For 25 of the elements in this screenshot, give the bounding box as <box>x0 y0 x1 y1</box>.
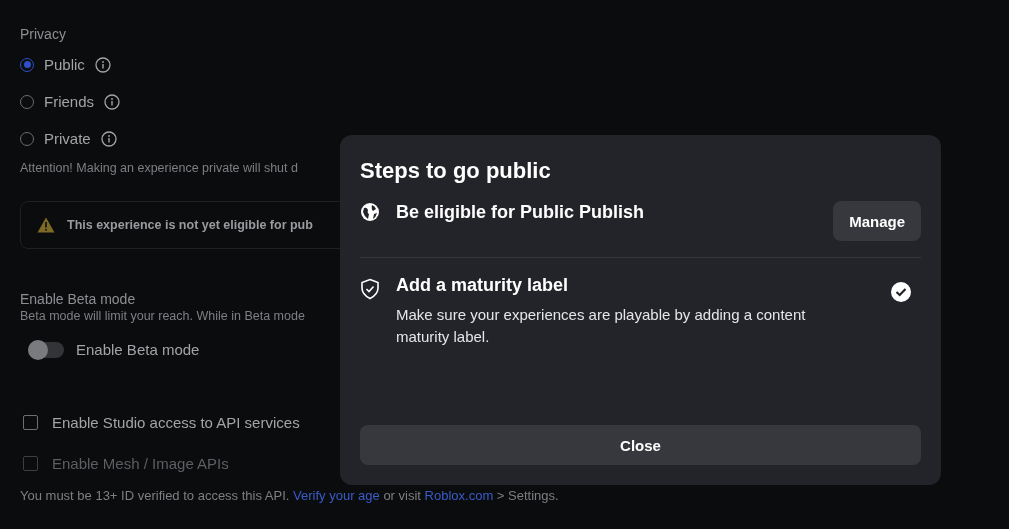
warning-text: This experience is not yet eligible for pub <box>67 218 313 232</box>
info-icon[interactable] <box>100 130 117 147</box>
globe-icon <box>360 202 380 222</box>
shield-check-icon <box>360 278 380 300</box>
checkbox[interactable] <box>23 415 38 430</box>
toggle-label[interactable]: Enable Beta mode <box>76 341 200 358</box>
step-title: Be eligible for Public Publish <box>396 201 646 223</box>
step-description: Make sure your experiences are playable by adding a content maturity label. <box>396 305 807 347</box>
option-label[interactable]: Private <box>44 130 91 147</box>
privacy-label: Privacy <box>20 25 66 44</box>
privacy-note: Attention! Making an experience private will shut d <box>20 161 298 175</box>
age-note: You must be 13+ ID verified to access this API. Verify your age or visit Roblox.com > Settings. <box>20 488 559 503</box>
modal-title: Steps to go public <box>360 157 552 185</box>
info-icon[interactable] <box>104 93 121 110</box>
close-button[interactable]: Close <box>360 425 921 465</box>
option-label[interactable]: Friends <box>44 93 95 110</box>
info-icon[interactable] <box>94 56 111 73</box>
beta-title: Enable Beta mode <box>20 291 136 307</box>
warning-icon <box>37 217 55 233</box>
option-label[interactable]: Public <box>44 56 85 73</box>
step-title: Add a maturity label <box>396 274 570 296</box>
beta-toggle[interactable] <box>28 341 64 358</box>
checkbox-label[interactable]: Enable Studio access to API services <box>52 414 300 431</box>
manage-button[interactable]: Manage <box>833 201 921 241</box>
beta-description: Beta mode will limit your reach. While in Beta mode <box>20 309 305 323</box>
